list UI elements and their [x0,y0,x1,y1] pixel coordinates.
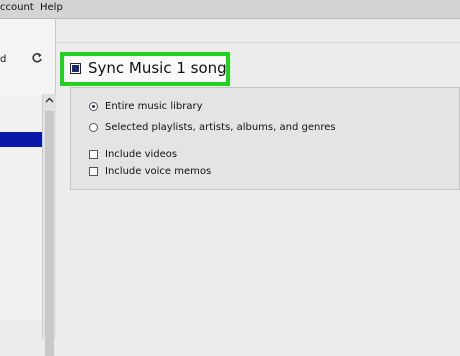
radio-entire-library[interactable] [89,102,98,111]
header-divider [56,42,460,43]
sidebar-list[interactable] [0,96,42,320]
option-include-videos-label: Include videos [105,149,178,160]
sidebar: d [0,19,56,356]
menu-bar: ccount Help [0,0,460,19]
scroll-up-arrow-icon[interactable] [45,96,54,105]
checkbox-include-videos[interactable] [89,150,98,159]
menu-item-account[interactable]: ccount [0,2,34,13]
sync-music-label[interactable]: Sync Music 1 song [88,59,227,77]
option-entire-library-label: Entire music library [105,101,203,112]
checkbox-include-voice-memos[interactable] [89,167,98,176]
refresh-icon[interactable] [31,52,43,64]
sidebar-header-label: d [0,54,7,65]
sync-music-checkbox[interactable] [70,63,81,74]
sidebar-scrollbar[interactable] [42,94,56,356]
radio-selected-playlists[interactable] [89,123,98,132]
sync-options-panel: Entire music library Selected playlists,… [70,87,460,190]
sync-music-highlight: Sync Music 1 song [60,52,230,86]
option-selected-playlists-label: Selected playlists, artists, albums, and… [105,122,336,133]
menu-item-help[interactable]: Help [40,2,63,13]
option-include-voice-memos-label: Include voice memos [105,166,212,177]
sidebar-selected-item[interactable] [0,132,43,147]
scrollbar-thumb[interactable] [45,111,54,356]
